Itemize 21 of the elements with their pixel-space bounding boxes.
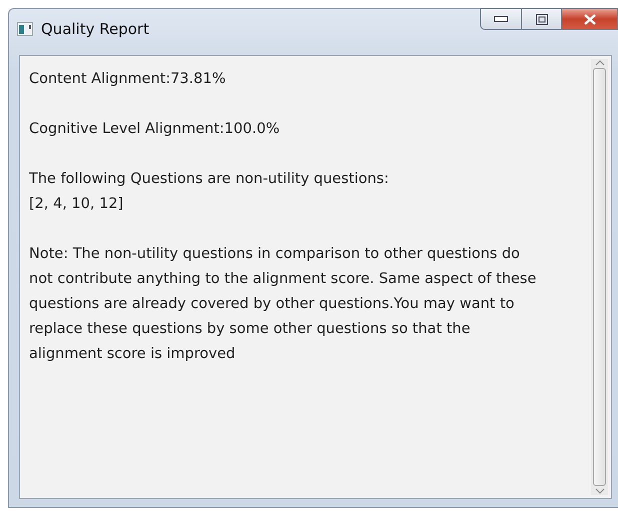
report-text: [2, 4, 10, 12] xyxy=(29,195,124,214)
scroll-down-icon[interactable] xyxy=(594,488,604,495)
report-text: questions are already covered by other questions.You may want to xyxy=(29,295,514,314)
report-text: Cognitive Level Alignment:100.0% xyxy=(29,120,280,139)
report-text: Content Alignment:73.81% xyxy=(29,70,226,89)
maximize-button[interactable] xyxy=(522,8,562,30)
close-icon xyxy=(584,14,596,24)
scroll-up-icon[interactable] xyxy=(594,59,604,66)
scrollbar-thumb[interactable] xyxy=(593,68,606,486)
report-text: alignment score is improved xyxy=(29,345,236,364)
report-text: not contribute anything to the alignment score. Same aspect of these xyxy=(29,270,536,289)
window-title: Quality Report xyxy=(41,20,150,38)
close-button[interactable] xyxy=(562,8,618,30)
maximize-icon xyxy=(536,14,548,24)
report-text: The following Questions are non-utility questions: xyxy=(29,170,389,189)
minimize-icon xyxy=(494,16,508,22)
report-text: Note: The non-utility questions in comparison to other questions do xyxy=(29,245,520,264)
report-text: replace these questions by some other questions so that the xyxy=(29,320,470,339)
app-icon xyxy=(17,22,33,36)
minimize-button[interactable] xyxy=(480,8,522,30)
scrollbar[interactable] xyxy=(591,59,608,495)
